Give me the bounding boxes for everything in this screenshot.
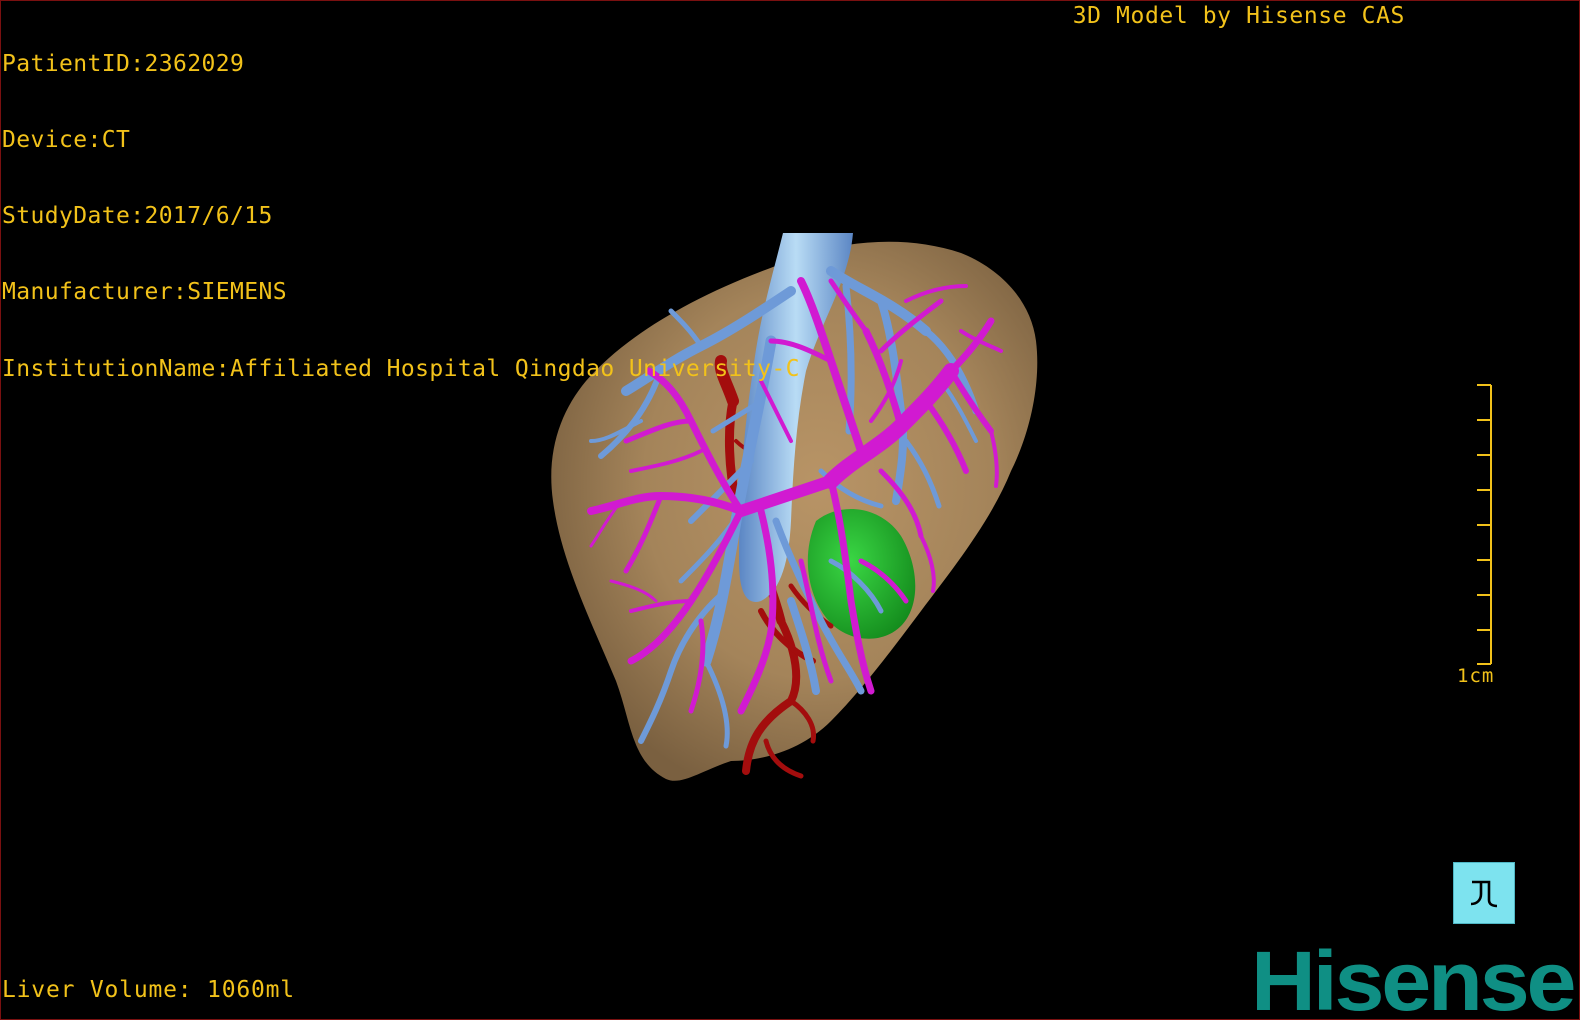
institution-name: InstitutionName:Affiliated Hospital Qing… [2,355,800,382]
reset-view-button[interactable] [1453,862,1515,924]
patient-id: PatientID:2362029 [2,50,245,77]
liver-volume: Liver Volume: 1060ml [2,977,295,1003]
model-credit: 3D Model by Hisense CAS [1072,3,1405,29]
dicom-info-overlay: PatientID:2362029 Device:CT StudyDate:20… [2,1,800,433]
scale-bar [1477,384,1492,665]
reset-view-icon [1470,880,1498,908]
3d-viewport[interactable]: PatientID:2362029 Device:CT StudyDate:20… [0,0,1580,1020]
study-date: StudyDate:2017/6/15 [2,203,273,230]
scale-bar-label: 1cm [1457,665,1495,687]
manufacturer: Manufacturer:SIEMENS [2,279,287,306]
hisense-logo: Hisense [1251,934,1576,1020]
device: Device:CT [2,127,131,154]
